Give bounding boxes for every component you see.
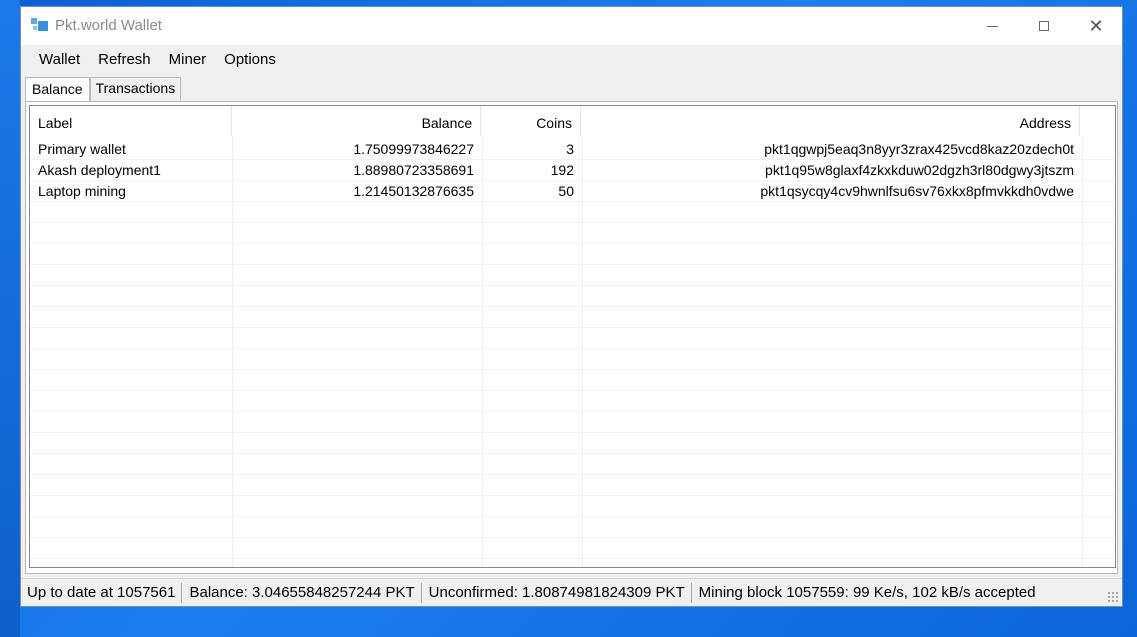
window-title: Pkt.world Wallet — [55, 17, 162, 34]
tab-strip: Balance Transactions — [25, 77, 182, 101]
minimize-button[interactable] — [966, 7, 1018, 45]
tab-transactions[interactable]: Transactions — [89, 77, 182, 101]
row-balance: 1.75099973846227 — [353, 141, 474, 157]
column-header-coins[interactable]: Coins — [481, 106, 581, 136]
wallet-app-icon — [31, 18, 49, 34]
row-label: Primary wallet — [38, 141, 126, 157]
column-header-label[interactable]: Label — [30, 106, 232, 136]
status-unconfirmed: Unconfirmed: 1.80874981824309 PKT — [429, 582, 692, 603]
row-coins: 192 — [550, 162, 574, 178]
resize-grip-icon[interactable] — [1107, 591, 1119, 603]
maximize-icon — [1039, 21, 1049, 31]
menu-bar: Wallet Refresh Miner Options — [21, 45, 1122, 74]
row-coins: 50 — [558, 183, 574, 199]
row-address: pkt1q95w8glaxf4zkxkduw02dgzh3rl80dgwy3jt… — [765, 162, 1074, 178]
column-header-filler — [1080, 106, 1115, 136]
tab-balance[interactable]: Balance — [25, 77, 90, 101]
row-coins: 3 — [566, 141, 574, 157]
desktop-background — [0, 0, 20, 637]
list-rows: Primary wallet 1.75099973846227 3 pkt1qg… — [30, 139, 1115, 202]
status-bar: Up to date at 1057561 Balance: 3.0465584… — [21, 578, 1122, 606]
row-balance: 1.21450132876635 — [353, 183, 474, 199]
menu-options[interactable]: Options — [215, 47, 285, 72]
list-header: Label Balance Coins Address — [30, 106, 1115, 136]
menu-wallet[interactable]: Wallet — [30, 47, 89, 72]
menu-refresh[interactable]: Refresh — [89, 47, 160, 72]
balance-tab-panel: Label Balance Coins Address Primary wall… — [25, 101, 1118, 574]
table-row[interactable]: Primary wallet 1.75099973846227 3 pkt1qg… — [30, 139, 1115, 160]
row-address: pkt1qsycqy4cv9hwnlfsu6sv76xkx8pfmvkkdh0v… — [760, 183, 1074, 199]
wallet-window: Pkt.world Wallet ✕ Wallet Refresh Miner … — [20, 6, 1123, 607]
address-list[interactable]: Label Balance Coins Address Primary wall… — [29, 105, 1116, 568]
maximize-button[interactable] — [1018, 7, 1070, 45]
status-mining: Mining block 1057559: 99 Ke/s, 102 kB/s … — [698, 583, 1036, 601]
table-row[interactable]: Laptop mining 1.21450132876635 50 pkt1qs… — [30, 181, 1115, 202]
row-label: Laptop mining — [38, 183, 126, 199]
minimize-icon — [986, 25, 998, 27]
close-icon: ✕ — [1088, 16, 1104, 36]
column-header-address[interactable]: Address — [581, 106, 1081, 136]
column-header-balance[interactable]: Balance — [232, 106, 482, 136]
row-address: pkt1qgwpj5eaq3n8yyr3zrax425vcd8kaz20zdec… — [764, 141, 1074, 157]
table-row[interactable]: Akash deployment1 1.88980723358691 192 p… — [30, 160, 1115, 181]
row-label: Akash deployment1 — [38, 162, 161, 178]
menu-miner[interactable]: Miner — [160, 47, 216, 72]
status-balance: Balance: 3.04655848257244 PKT — [189, 582, 422, 603]
title-bar[interactable]: Pkt.world Wallet ✕ — [21, 7, 1122, 45]
row-balance: 1.88980723358691 — [353, 162, 474, 178]
close-button[interactable]: ✕ — [1070, 7, 1122, 45]
status-sync: Up to date at 1057561 — [27, 582, 183, 603]
